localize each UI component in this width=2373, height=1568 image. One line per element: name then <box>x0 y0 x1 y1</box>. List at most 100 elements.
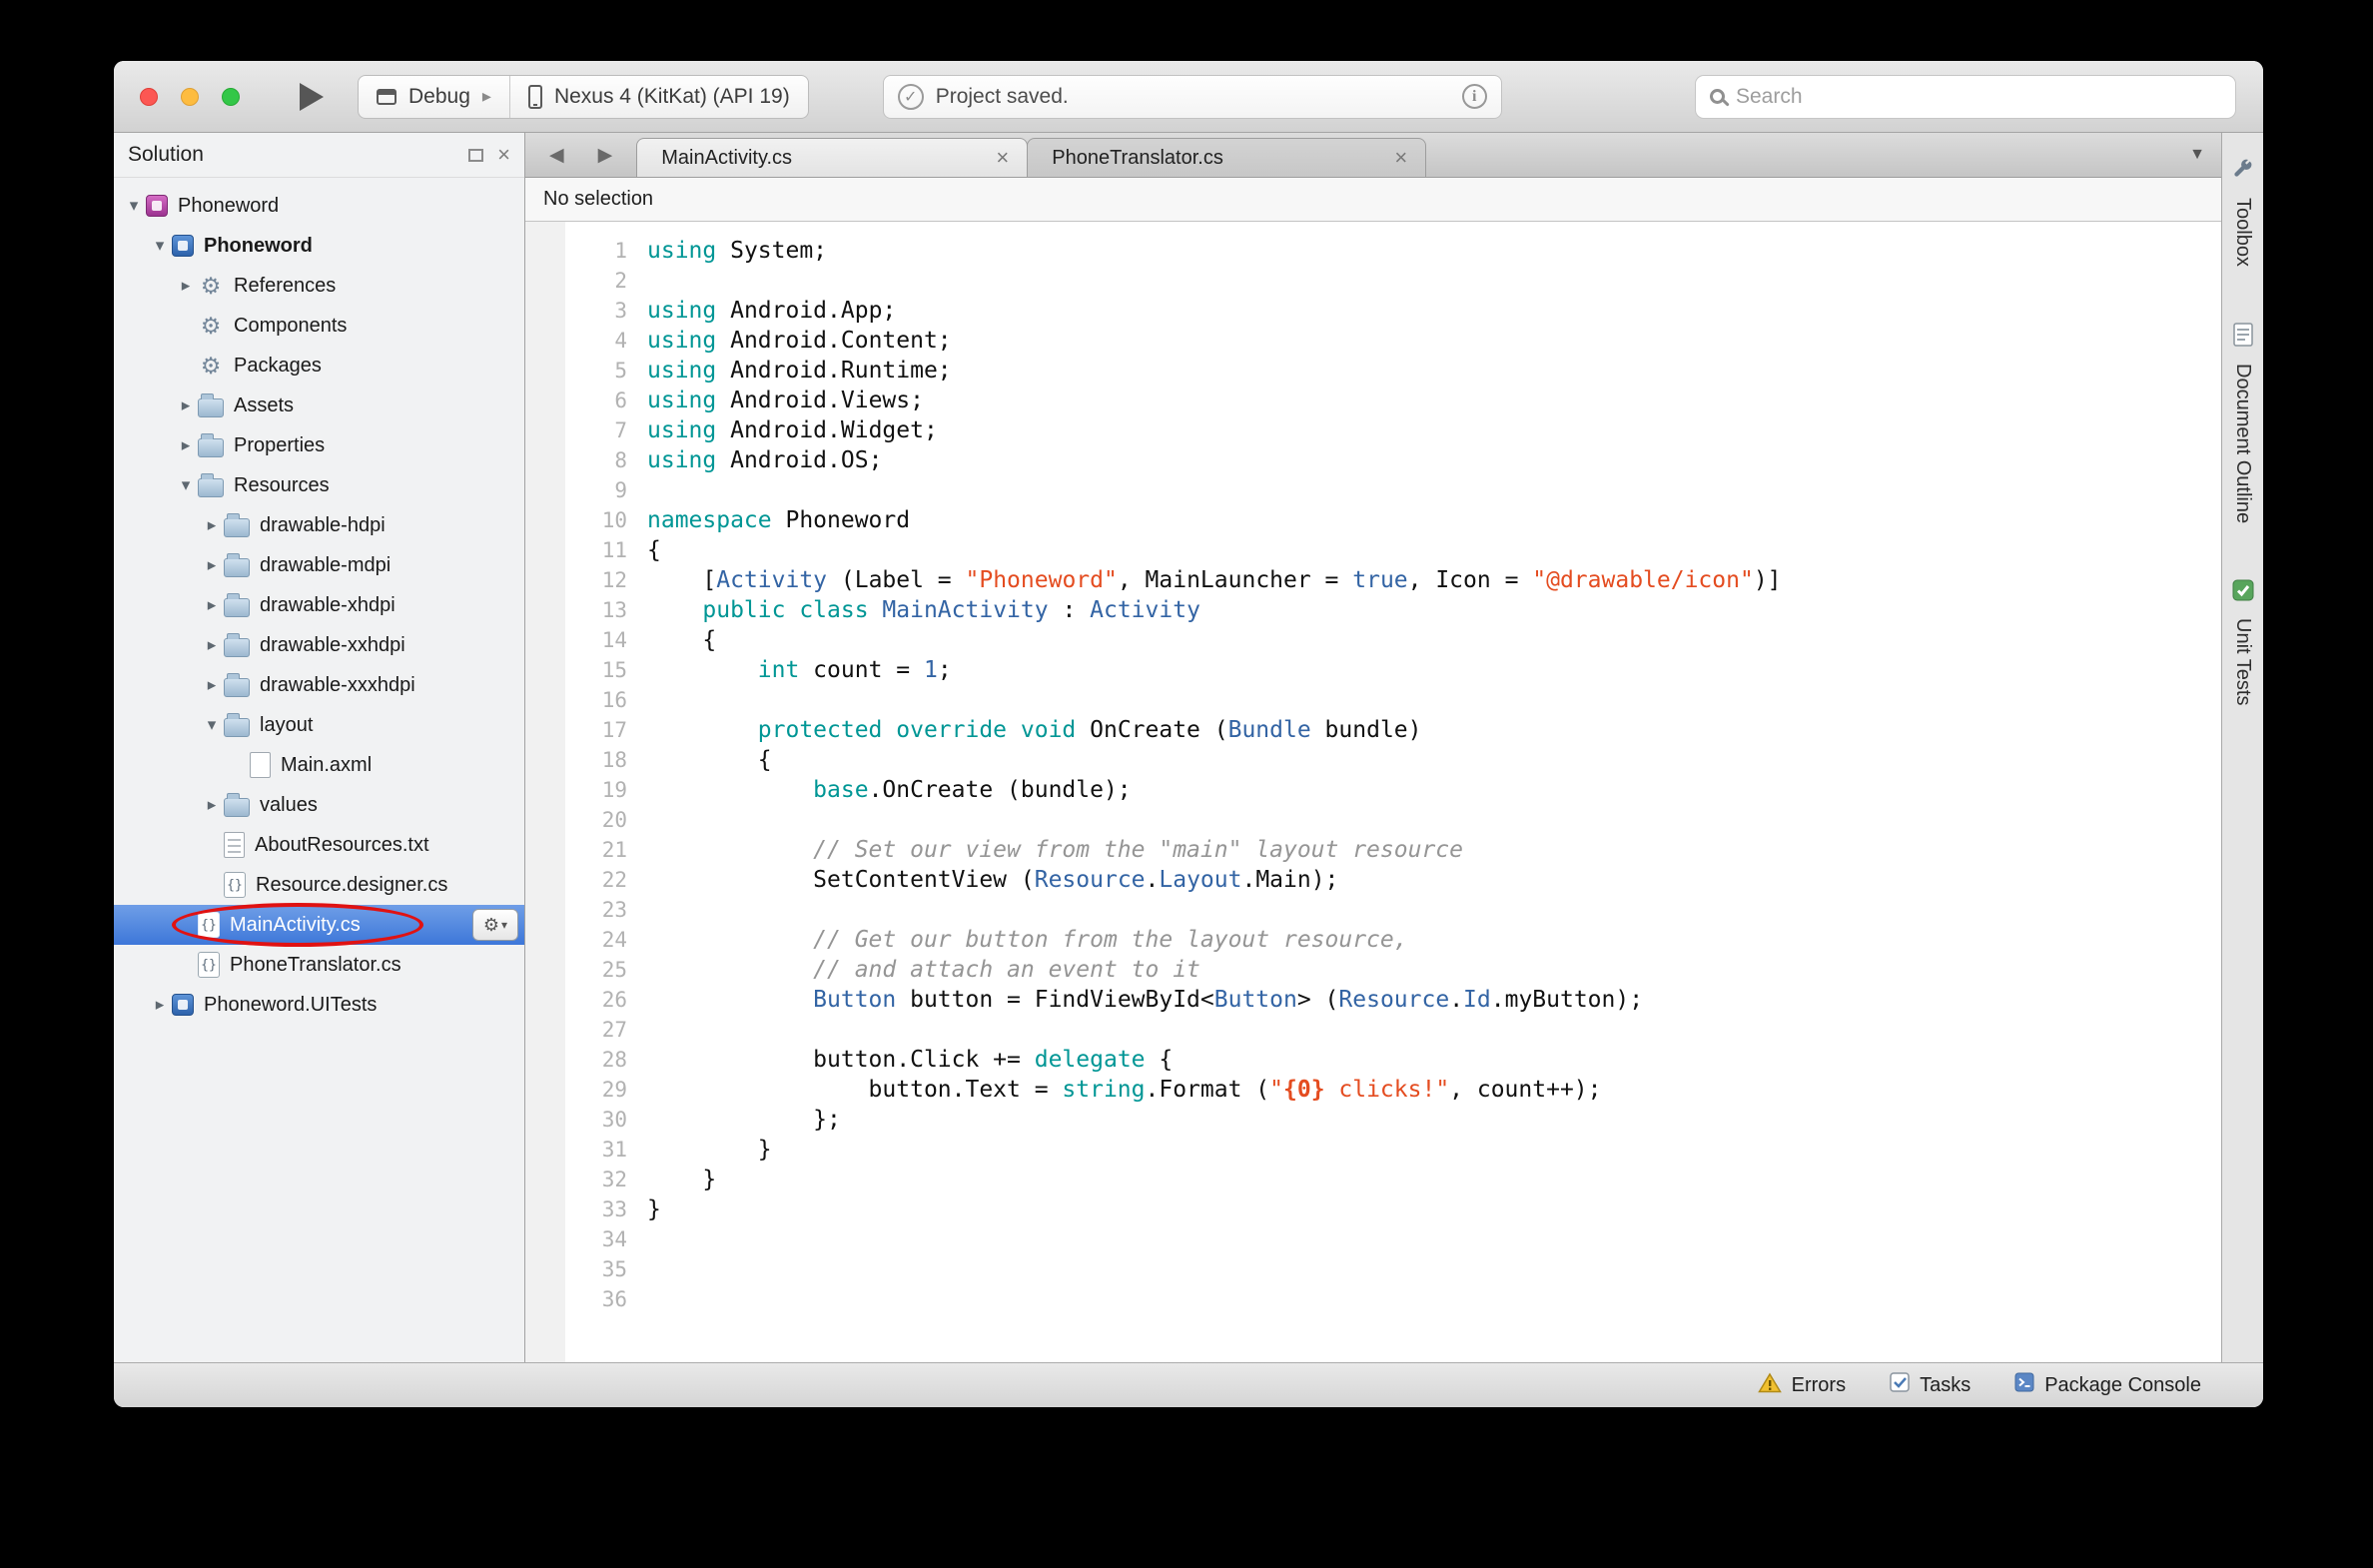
tree-item-drawable-hdpi[interactable]: ▸drawable-hdpi <box>114 505 524 545</box>
device-selector[interactable]: Nexus 4 (KitKat) (API 19) <box>509 76 808 118</box>
line-number: 16 <box>565 685 627 715</box>
tab-close-icon[interactable]: × <box>1394 147 1407 169</box>
tree-item-mainactivity-cs[interactable]: {}MainActivity.cs⚙▾ <box>114 905 524 945</box>
expander-closed-icon[interactable]: ▸ <box>200 555 224 575</box>
expander-open-icon[interactable]: ▾ <box>148 236 172 256</box>
navigate-back-icon[interactable]: ◀ <box>549 144 564 167</box>
line-number: 7 <box>565 415 627 445</box>
tree-item-properties[interactable]: ▸ Properties <box>114 425 524 465</box>
status-bar-item-tasks[interactable]: Tasks <box>1868 1363 1992 1407</box>
code-text[interactable]: using System; using Android.App; using An… <box>633 222 2221 1362</box>
tree-item-drawable-mdpi[interactable]: ▸drawable-mdpi <box>114 545 524 585</box>
tree-item-label: Properties <box>234 434 325 457</box>
folder-icon <box>224 678 250 697</box>
expander-open-icon[interactable]: ▾ <box>200 715 224 735</box>
tree-item-resource-designer-cs[interactable]: {} Resource.designer.cs <box>114 865 524 905</box>
tree-item-phoneword[interactable]: ▾ Phoneword <box>114 226 524 266</box>
dock-tab-toolbox[interactable]: Toolbox <box>2231 159 2254 267</box>
search-field[interactable] <box>1695 75 2236 119</box>
tree-item-label: Phoneword <box>178 195 279 218</box>
tab-phonetranslator-cs[interactable]: PhoneTranslator.cs× <box>1027 138 1426 177</box>
expander-closed-icon[interactable]: ▸ <box>200 635 224 655</box>
tree-item-values[interactable]: ▸values <box>114 785 524 825</box>
dock-pad-icon[interactable] <box>468 149 483 162</box>
tree-item-phonetranslator-cs[interactable]: {}PhoneTranslator.cs <box>114 945 524 985</box>
expander-open-icon[interactable]: ▾ <box>174 475 198 495</box>
csharp-file-icon: {} <box>224 872 246 898</box>
expander-closed-icon[interactable]: ▸ <box>200 795 224 815</box>
main-area: Solution × ▾ Phoneword ▾ Phoneword ▸⚙Referen… <box>114 133 2263 1362</box>
close-window-button[interactable] <box>140 88 158 106</box>
code-line: using System; <box>647 236 2221 266</box>
navigate-forward-icon[interactable]: ▶ <box>598 144 613 167</box>
line-number: 32 <box>565 1165 627 1194</box>
navigation-buttons: ◀ ▶ <box>525 144 636 167</box>
tree-item-packages[interactable]: ⚙Packages <box>114 346 524 386</box>
traffic-lights <box>140 88 240 106</box>
expander-closed-icon[interactable]: ▸ <box>148 995 172 1015</box>
tab-overflow-icon[interactable]: ▼ <box>2189 146 2205 164</box>
package-console-icon <box>2014 1372 2034 1398</box>
code-editor[interactable]: 1234567891011121314151617181920212223242… <box>525 222 2221 1362</box>
status-bar-item-label: Errors <box>1792 1374 1846 1397</box>
tree-item-assets[interactable]: ▸Assets <box>114 386 524 425</box>
status-bar-item-errors[interactable]: Errors <box>1736 1363 1868 1407</box>
tree-item-phoneword[interactable]: ▾ Phoneword <box>114 186 524 226</box>
tab-bar: ◀ ▶ MainActivity.cs×PhoneTranslator.cs× … <box>525 133 2221 178</box>
search-input[interactable] <box>1736 85 2221 109</box>
tree-item-phoneword-uitests[interactable]: ▸Phoneword.UITests <box>114 985 524 1025</box>
code-line: }; <box>647 1105 2221 1135</box>
expander-closed-icon[interactable]: ▸ <box>200 675 224 695</box>
check-circle-icon: ✓ <box>898 84 924 110</box>
dock-tab-document-outline[interactable]: Document Outline <box>2231 323 2254 523</box>
path-bar[interactable]: No selection <box>525 178 2221 222</box>
code-line: button.Click += delegate { <box>647 1045 2221 1075</box>
close-pad-icon[interactable]: × <box>497 144 510 166</box>
build-configuration-selector[interactable]: Debug ▸ <box>359 76 509 118</box>
minimize-window-button[interactable] <box>181 88 199 106</box>
expander-open-icon[interactable]: ▾ <box>122 196 146 216</box>
item-options-button[interactable]: ⚙▾ <box>472 909 518 941</box>
code-line: } <box>647 1194 2221 1224</box>
tree-item-layout[interactable]: ▾layout <box>114 705 524 745</box>
phone-icon <box>528 85 542 109</box>
expander-closed-icon[interactable]: ▸ <box>174 435 198 455</box>
run-button[interactable] <box>292 77 332 117</box>
configuration-icon <box>377 89 396 105</box>
status-bar-item-package-console[interactable]: Package Console <box>1992 1363 2223 1407</box>
tree-item-drawable-xxxhdpi[interactable]: ▸drawable-xxxhdpi <box>114 665 524 705</box>
code-line: base.OnCreate (bundle); <box>647 775 2221 805</box>
expander-closed-icon[interactable]: ▸ <box>200 515 224 535</box>
tab-mainactivity-cs[interactable]: MainActivity.cs× <box>636 138 1028 177</box>
line-number: 31 <box>565 1135 627 1165</box>
code-line: using Android.OS; <box>647 445 2221 475</box>
line-number: 8 <box>565 445 627 475</box>
code-line: using Android.App; <box>647 296 2221 326</box>
tree-item-references[interactable]: ▸⚙References <box>114 266 524 306</box>
tree-item-resources[interactable]: ▾Resources <box>114 465 524 505</box>
tree-item-label: Phoneword <box>204 235 313 258</box>
line-number: 13 <box>565 595 627 625</box>
tree-item-aboutresources-txt[interactable]: AboutResources.txt <box>114 825 524 865</box>
expander-closed-icon[interactable]: ▸ <box>174 395 198 415</box>
info-icon[interactable]: i <box>1462 84 1487 109</box>
code-line: } <box>647 1135 2221 1165</box>
dock-tab-unit-tests[interactable]: Unit Tests <box>2231 579 2254 705</box>
tree-item-components[interactable]: ⚙Components <box>114 306 524 346</box>
zoom-window-button[interactable] <box>222 88 240 106</box>
tree-item-drawable-xhdpi[interactable]: ▸drawable-xhdpi <box>114 585 524 625</box>
expander-closed-icon[interactable]: ▸ <box>174 276 198 296</box>
line-number: 10 <box>565 505 627 535</box>
line-number: 33 <box>565 1194 627 1224</box>
tree-item-label: Resource.designer.cs <box>256 874 447 897</box>
tree-item-main-axml[interactable]: Main.axml <box>114 745 524 785</box>
tree-item-drawable-xxhdpi[interactable]: ▸drawable-xxhdpi <box>114 625 524 665</box>
expander-closed-icon[interactable]: ▸ <box>200 595 224 615</box>
tree-item-label: Components <box>234 315 347 338</box>
line-number: 2 <box>565 266 627 296</box>
line-number: 9 <box>565 475 627 505</box>
line-number: 1 <box>565 236 627 266</box>
tab-close-icon[interactable]: × <box>996 147 1009 169</box>
solution-tree: ▾ Phoneword ▾ Phoneword ▸⚙References⚙Compone… <box>114 178 524 1362</box>
solution-pad-header: Solution × <box>114 133 524 178</box>
